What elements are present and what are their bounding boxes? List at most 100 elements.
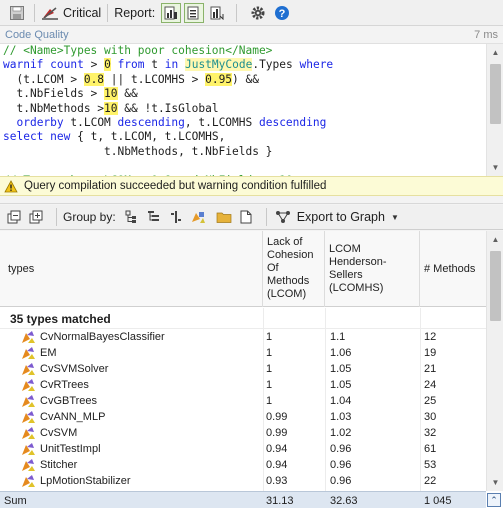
table-row[interactable]: CvRTrees 1 1.05 24 (0, 377, 486, 393)
toolbar-separator (34, 3, 35, 22)
grid-scrollbar[interactable]: ▲ ▼ (486, 231, 503, 491)
lcom-value: 1 (266, 395, 273, 407)
methods-value: 53 (424, 459, 437, 471)
critical-label[interactable]: Critical (63, 6, 101, 20)
group-by-tree-icon[interactable] (146, 209, 162, 225)
lcomhs-value: 1.05 (330, 363, 352, 375)
lcomhs-value: 0.96 (330, 459, 352, 471)
type-name[interactable]: UnitTestImpl (40, 443, 101, 455)
code-line[interactable]: t.NbMethods >10 && !t.IsGlobal (3, 101, 483, 116)
table-row[interactable]: CvANN_MLP 0.99 1.03 30 (0, 409, 486, 425)
table-row[interactable]: CvNormalBayesClassifier 1 1.1 12 (0, 329, 486, 345)
group-by-level-icon[interactable] (168, 209, 184, 225)
lcom-value: 1 (266, 347, 273, 359)
lcomhs-value: 1.03 (330, 411, 352, 423)
main-toolbar: Critical Report: ? (0, 0, 503, 26)
report-list-icon[interactable] (184, 2, 205, 23)
code-line[interactable]: (t.LCOM > 0.8 || t.LCOMHS > 0.95) && (3, 72, 483, 87)
code-line[interactable]: // <Name>Types with poor cohesion</Name> (3, 44, 483, 58)
code-line[interactable] (3, 159, 483, 173)
folder-icon[interactable] (216, 209, 232, 225)
export-to-graph-button[interactable]: Export to Graph ▼ (275, 210, 399, 224)
scroll-up-icon[interactable]: ▲ (487, 44, 503, 61)
report-export-icon[interactable] (207, 3, 227, 23)
code-token: warnif (3, 58, 51, 72)
type-name[interactable]: LpMotionStabilizer (40, 475, 131, 487)
column-header-types[interactable]: types (0, 231, 263, 307)
toolbar-separator (265, 208, 267, 226)
code-token: from (117, 58, 145, 72)
code-token: 0.95 (205, 72, 233, 86)
scroll-down-icon[interactable]: ▼ (487, 159, 503, 176)
gear-icon[interactable] (247, 2, 269, 24)
help-icon[interactable]: ? (271, 2, 293, 24)
code-token: descending (117, 115, 185, 129)
code-token: 10 (104, 87, 118, 101)
expand-all-icon[interactable] (6, 209, 22, 225)
code-token: t.NbFields > (3, 87, 105, 101)
type-name[interactable]: Stitcher (40, 459, 77, 471)
code-line[interactable]: t.NbMethods, t.NbFields } (3, 145, 483, 159)
code-token: > (83, 58, 105, 72)
code-token: t (144, 58, 165, 72)
collapse-all-icon[interactable] (28, 209, 44, 225)
group-by-type-icon[interactable] (190, 209, 206, 225)
table-row[interactable]: EM 1 1.06 19 (0, 345, 486, 361)
critical-rule-icon[interactable] (41, 2, 59, 24)
type-name[interactable]: EM (40, 347, 57, 359)
toolbar-separator (56, 208, 57, 226)
methods-value: 19 (424, 347, 437, 359)
methods-value: 30 (424, 411, 437, 423)
lcom-value: 0.93 (266, 475, 288, 487)
type-class-icon (20, 473, 36, 492)
query-editor[interactable]: // <Name>Types with poor cohesion</Name>… (0, 43, 503, 176)
column-header-lcom[interactable]: Lack of Cohesion Of Methods (LCOM) (263, 231, 325, 307)
file-icon[interactable] (238, 209, 254, 225)
table-row[interactable]: CvSVM 0.99 1.02 32 (0, 425, 486, 441)
code-line[interactable]: orderby t.LCOM descending, t.LCOMHS desc… (3, 116, 483, 130)
scroll-up-icon[interactable]: ▲ (487, 231, 503, 248)
table-row[interactable]: CvSVMSolver 1 1.05 21 (0, 361, 486, 377)
panel-splitter[interactable] (0, 196, 503, 204)
type-name[interactable]: CvNormalBayesClassifier (40, 331, 165, 343)
group-by-namespace-icon[interactable] (124, 209, 140, 225)
lcomhs-value: 1.04 (330, 395, 352, 407)
group-row[interactable]: 35 types matched (0, 308, 486, 329)
table-row[interactable]: LpMotionStabilizer 0.93 0.96 22 (0, 473, 486, 489)
grid-scroll-thumb[interactable] (490, 251, 501, 321)
scroll-down-icon[interactable]: ▼ (487, 474, 503, 491)
editor-scrollbar[interactable]: ▲ ▼ (486, 44, 503, 176)
lcomhs-value: 1.1 (330, 331, 346, 343)
code-token: 0 (104, 58, 111, 72)
collapse-sum-icon[interactable]: ⌃ (487, 493, 501, 507)
type-name[interactable]: CvSVM (40, 427, 77, 439)
column-header-lcomhs[interactable]: LCOM Henderson-Sellers (LCOMHS) (325, 231, 420, 307)
column-header-methods[interactable]: # Methods (420, 231, 486, 307)
save-icon[interactable] (6, 2, 28, 24)
report-chart-icon[interactable] (161, 2, 182, 23)
code-token: && !t.IsGlobal (117, 101, 219, 115)
code-token: || t.LCOMHS > (104, 72, 206, 86)
query-group-title[interactable]: Code Quality (5, 29, 69, 41)
code-line[interactable]: select new { t, t.LCOM, t.LCOMHS, (3, 130, 483, 144)
graph-icon (275, 211, 290, 223)
grid-header: types Lack of Cohesion Of Methods (LCOM)… (0, 231, 486, 307)
code-line[interactable]: warnif count > 0 from t in JustMyCode.Ty… (3, 58, 483, 72)
code-token: select (3, 130, 44, 144)
query-code[interactable]: // <Name>Types with poor cohesion</Name>… (3, 44, 483, 176)
svg-text:?: ? (279, 8, 286, 20)
code-token: descending (258, 115, 327, 129)
group-label: 35 types matched (10, 312, 111, 326)
lcom-value: 1 (266, 331, 273, 343)
lcomhs-value: 0.96 (330, 475, 352, 487)
type-name[interactable]: CvRTrees (40, 379, 89, 391)
table-row[interactable]: UnitTestImpl 0.94 0.96 61 (0, 441, 486, 457)
table-row[interactable]: CvGBTrees 1 1.04 25 (0, 393, 486, 409)
editor-scroll-thumb[interactable] (490, 64, 501, 124)
type-name[interactable]: CvGBTrees (40, 395, 97, 407)
type-name[interactable]: CvANN_MLP (40, 411, 105, 423)
table-row[interactable]: Stitcher 0.94 0.96 53 (0, 457, 486, 473)
code-line[interactable]: t.NbFields > 10 && (3, 87, 483, 101)
type-name[interactable]: CvSVMSolver (40, 363, 108, 375)
